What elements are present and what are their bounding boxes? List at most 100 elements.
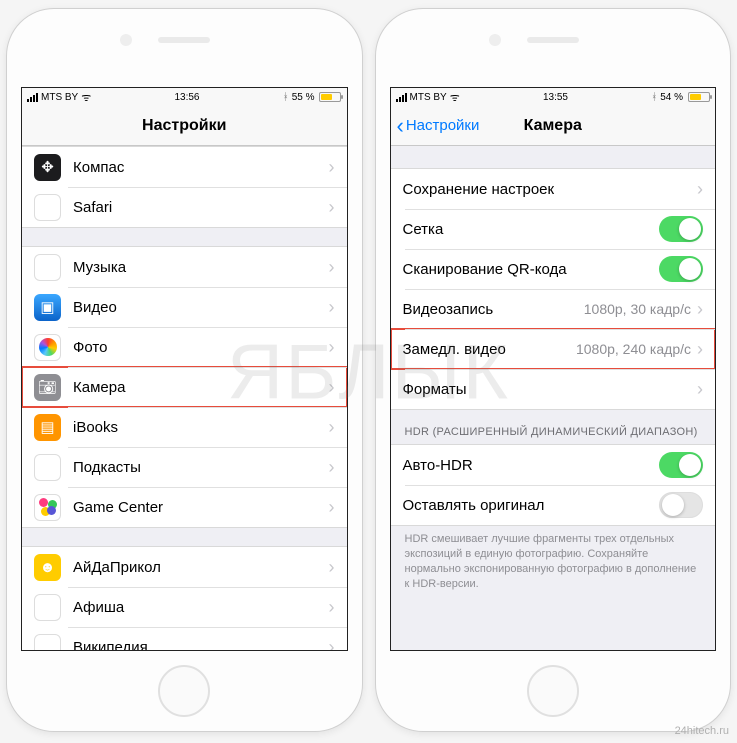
status-bar: MTS BY ᯤ 13:56 ᚼ 55 %: [22, 88, 347, 106]
camera-row-keepnormal[interactable]: Оставлять оригинал: [391, 485, 716, 525]
photos-icon: [34, 334, 61, 361]
front-camera: [120, 34, 132, 46]
phone-right: MTS BY ᯤ 13:55 ᚼ 54 % ‹ Настройки Камера…: [375, 8, 732, 732]
page-title: Камера: [524, 117, 582, 135]
chevron-right-icon: ›: [329, 457, 335, 478]
nav-bar: ‹ Настройки Камера: [391, 106, 716, 146]
camera-row-formats[interactable]: Форматы›: [391, 369, 716, 409]
camera-row-autohdr[interactable]: Авто-HDR: [391, 445, 716, 485]
row-value: 1080p, 240 кадр/с: [576, 341, 691, 357]
gamecenter-icon: [34, 494, 61, 521]
camera-row-preserve[interactable]: Сохранение настроек›: [391, 169, 716, 209]
battery-icon: [319, 92, 341, 102]
chevron-right-icon: ›: [329, 377, 335, 398]
row-value: 1080p, 30 кадр/с: [584, 301, 691, 317]
chevron-right-icon: ›: [329, 597, 335, 618]
row-label: Видеозапись: [403, 301, 584, 318]
signal-icon: [396, 93, 407, 102]
wikipedia-icon: W: [34, 634, 61, 651]
phone-left: MTS BY ᯤ 13:56 ᚼ 55 % Настройки ✥Компас›…: [6, 8, 363, 732]
camera-icon: 📷︎: [34, 374, 61, 401]
chevron-right-icon: ›: [329, 557, 335, 578]
row-label: Компас: [73, 159, 329, 176]
settings-row-podcasts[interactable]: ◉Подкасты›: [22, 447, 347, 487]
clock: 13:56: [174, 92, 199, 103]
hdr-section-footer: HDR смешивает лучшие фрагменты трех отде…: [391, 526, 716, 601]
afisha-icon: A: [34, 594, 61, 621]
row-label: Сканирование QR-кода: [403, 261, 660, 278]
page-title: Настройки: [142, 117, 226, 135]
settings-row-video[interactable]: ▣Видео›: [22, 287, 347, 327]
chevron-right-icon: ›: [329, 637, 335, 651]
row-label: Game Center: [73, 499, 329, 516]
carrier-label: MTS BY: [41, 92, 78, 103]
settings-row-photos[interactable]: Фото›: [22, 327, 347, 367]
wifi-icon: ᯤ: [450, 90, 460, 105]
safari-icon: ✶: [34, 194, 61, 221]
podcasts-icon: ◉: [34, 454, 61, 481]
settings-row-music[interactable]: ♫Музыка›: [22, 247, 347, 287]
chevron-right-icon: ›: [697, 299, 703, 320]
status-bar: MTS BY ᯤ 13:55 ᚼ 54 %: [391, 88, 716, 106]
home-button[interactable]: [527, 665, 579, 717]
chevron-right-icon: ›: [329, 257, 335, 278]
camera-settings-list[interactable]: Сохранение настроек›СеткаСканирование QR…: [391, 146, 716, 650]
home-button[interactable]: [158, 665, 210, 717]
keepnormal-switch[interactable]: [659, 492, 703, 518]
back-button[interactable]: ‹ Настройки: [397, 115, 480, 137]
wifi-icon: ᯤ: [81, 90, 91, 105]
settings-row-safari[interactable]: ✶ Safari›: [22, 187, 347, 227]
settings-row-compass[interactable]: ✥ Компас›: [22, 147, 347, 187]
row-label: Сетка: [403, 221, 660, 238]
credit-label: 24hitech.ru: [675, 725, 729, 737]
chevron-right-icon: ›: [329, 197, 335, 218]
back-label: Настройки: [406, 117, 480, 134]
settings-list[interactable]: ✥Компас›✶Safari›♫Музыка›▣Видео›Фото›📷︎Ка…: [22, 146, 347, 650]
front-camera: [489, 34, 501, 46]
aidaprikol-icon: ☻: [34, 554, 61, 581]
settings-row-camera[interactable]: 📷︎ Камера›: [22, 367, 347, 407]
row-label: Сохранение настроек: [403, 181, 698, 198]
row-label: Оставлять оригинал: [403, 497, 660, 514]
battery-percent: 55 %: [292, 92, 315, 103]
bluetooth-icon: ᚼ: [283, 92, 289, 103]
speaker: [158, 37, 210, 43]
chevron-right-icon: ›: [697, 339, 703, 360]
camera-row-grid[interactable]: Сетка: [391, 209, 716, 249]
row-label: Камера: [73, 379, 329, 396]
row-label: АйДаПрикол: [73, 559, 329, 576]
grid-switch[interactable]: [659, 216, 703, 242]
camera-row-qr[interactable]: Сканирование QR-кода: [391, 249, 716, 289]
hdr-section-header: HDR (РАСШИРЕННЫЙ ДИНАМИЧЕСКИЙ ДИАПАЗОН): [391, 410, 716, 444]
row-label: Википедия: [73, 639, 329, 651]
chevron-right-icon: ›: [329, 497, 335, 518]
camera-row-slomo[interactable]: Замедл. видео1080p, 240 кадр/с ›: [391, 329, 716, 369]
video-icon: ▣: [34, 294, 61, 321]
nav-bar: Настройки: [22, 106, 347, 146]
qr-switch[interactable]: [659, 256, 703, 282]
row-label: Замедл. видео: [403, 341, 576, 358]
settings-row-afisha[interactable]: AАфиша›: [22, 587, 347, 627]
camera-row-record[interactable]: Видеозапись1080p, 30 кадр/с ›: [391, 289, 716, 329]
battery-icon: [688, 92, 710, 102]
chevron-right-icon: ›: [329, 297, 335, 318]
signal-icon: [27, 93, 38, 102]
chevron-right-icon: ›: [697, 179, 703, 200]
clock: 13:55: [543, 92, 568, 103]
music-icon: ♫: [34, 254, 61, 281]
settings-row-aidaprikol[interactable]: ☻ АйДаПрикол›: [22, 547, 347, 587]
speaker: [527, 37, 579, 43]
row-label: Safari: [73, 199, 329, 216]
settings-row-ibooks[interactable]: ▤iBooks›: [22, 407, 347, 447]
chevron-left-icon: ‹: [397, 115, 404, 137]
settings-row-gamecenter[interactable]: Game Center›: [22, 487, 347, 527]
chevron-right-icon: ›: [329, 417, 335, 438]
chevron-right-icon: ›: [329, 157, 335, 178]
row-label: Форматы: [403, 381, 698, 398]
row-label: Фото: [73, 339, 329, 356]
chevron-right-icon: ›: [697, 379, 703, 400]
settings-row-wikipedia[interactable]: W Википедия›: [22, 627, 347, 650]
autohdr-switch[interactable]: [659, 452, 703, 478]
ibooks-icon: ▤: [34, 414, 61, 441]
compass-icon: ✥: [34, 154, 61, 181]
